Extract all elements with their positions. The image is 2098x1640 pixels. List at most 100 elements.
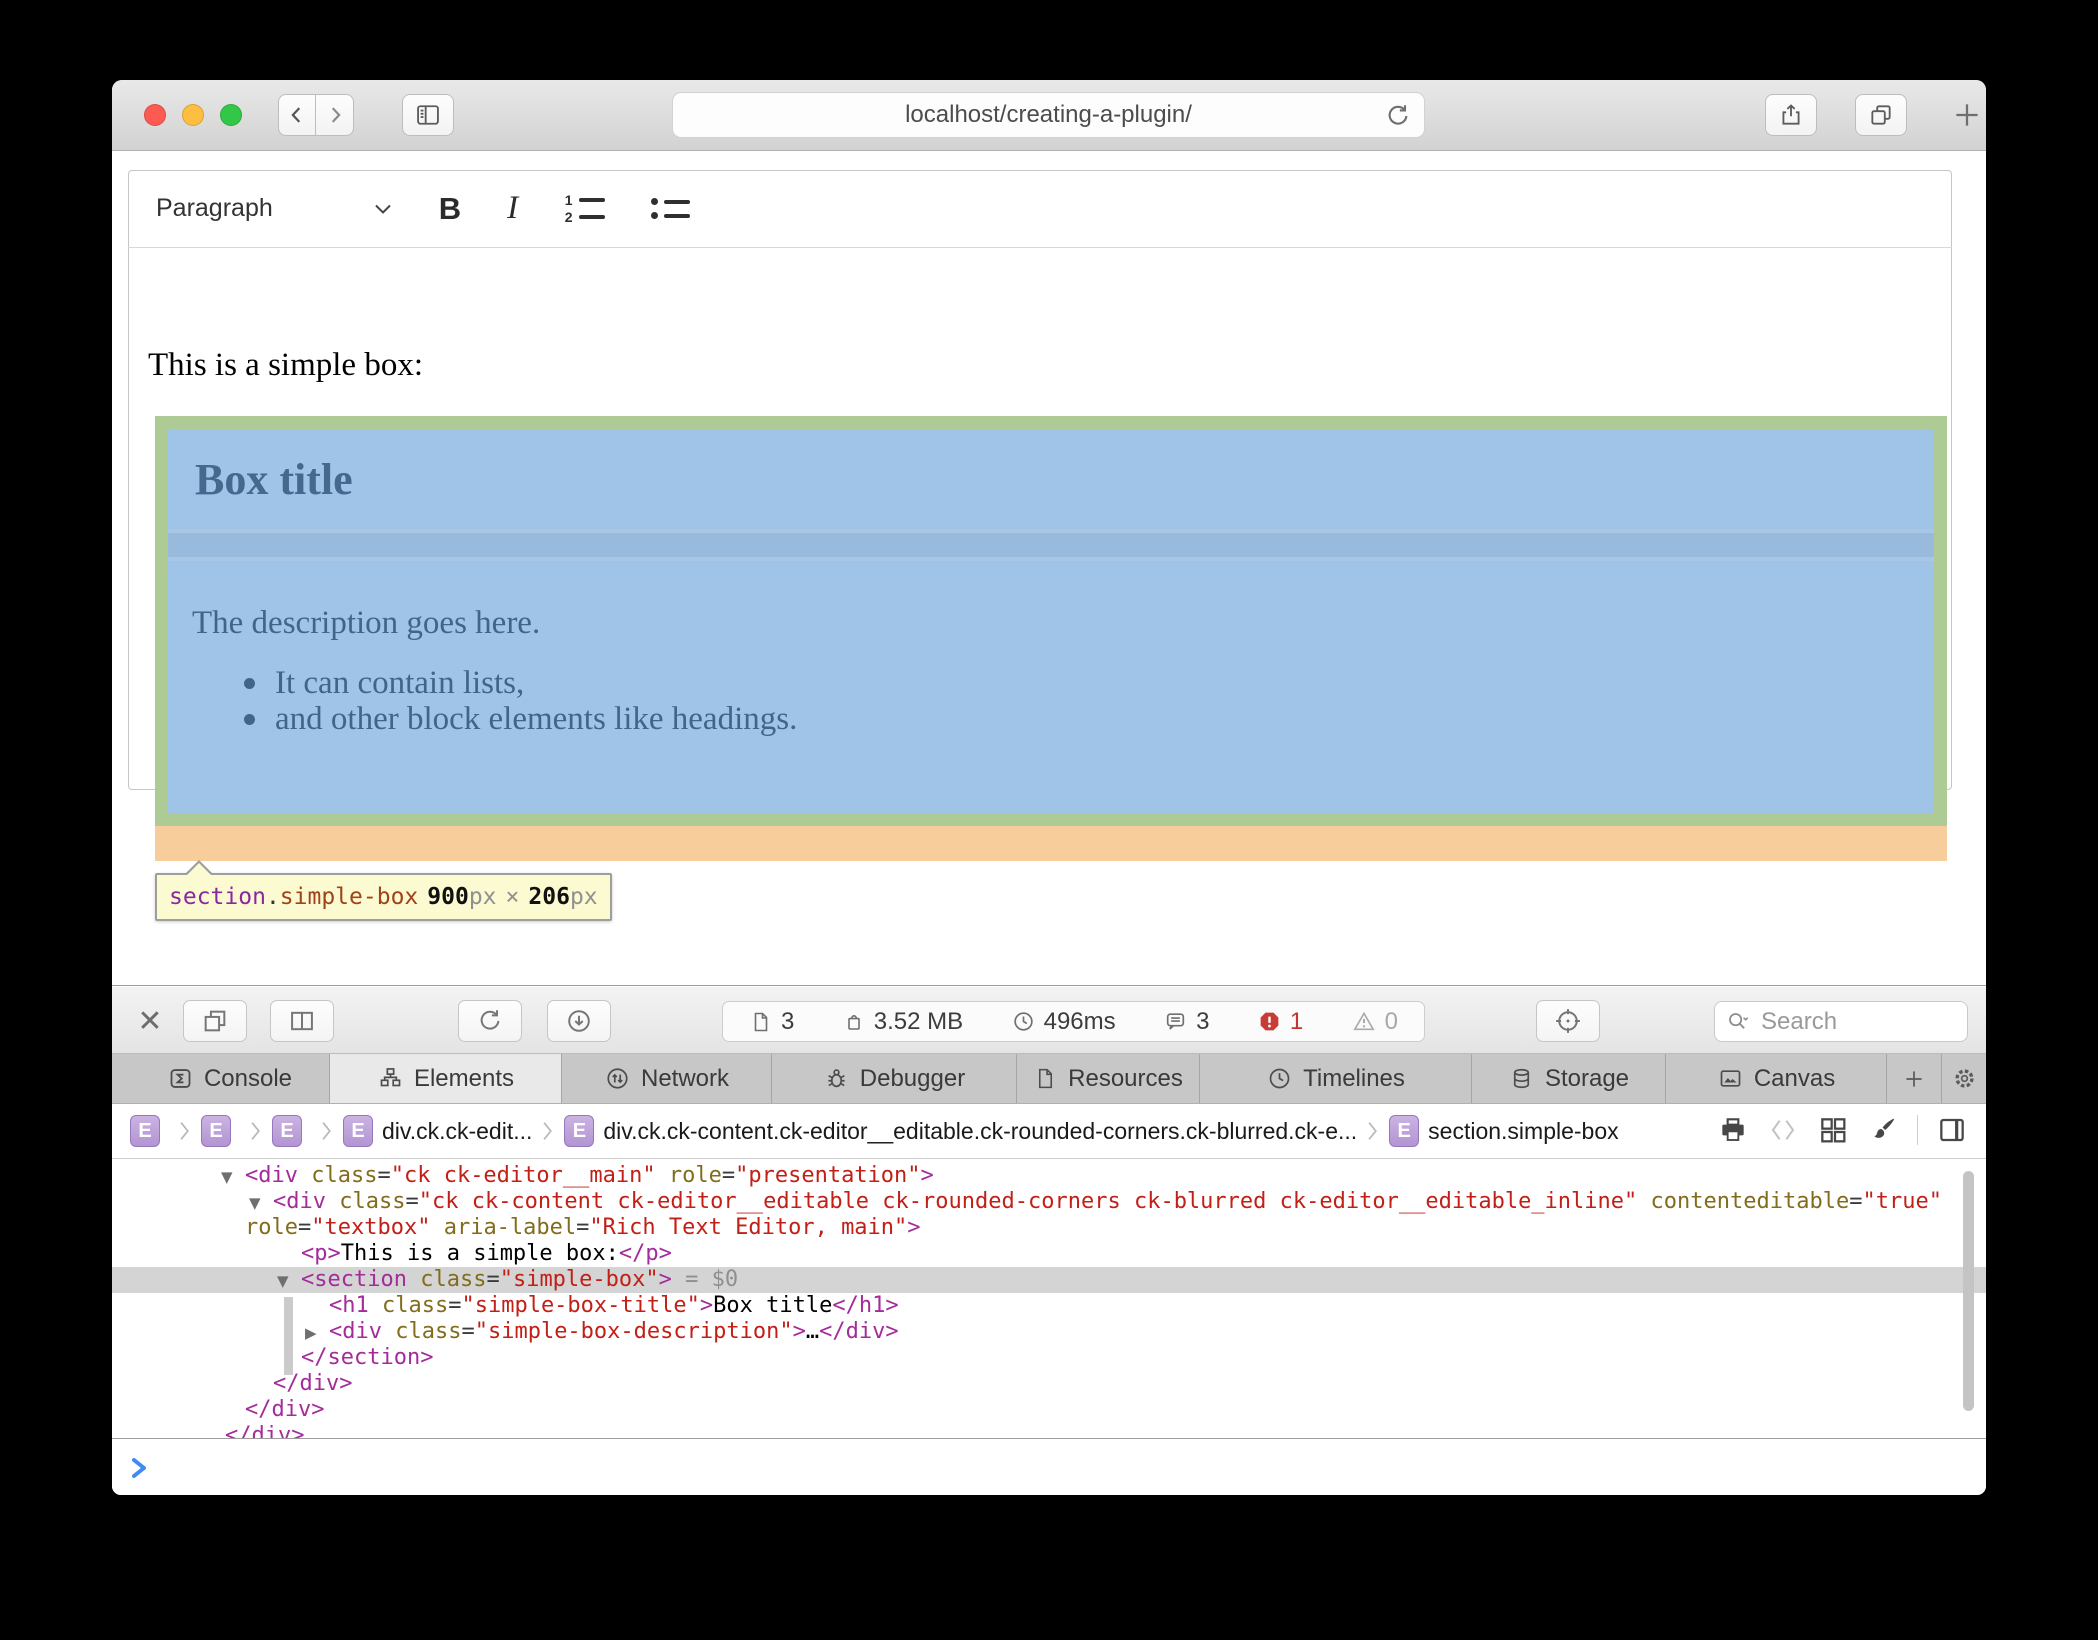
element-picker-button[interactable] xyxy=(1536,1000,1600,1042)
tab-console[interactable]: Console xyxy=(130,1054,330,1103)
sidebar-toggle-button[interactable] xyxy=(402,94,454,136)
breadcrumb: E E E Ediv.ck.ck-edit... Ediv.ck.ck-cont… xyxy=(130,1104,1619,1158)
tree-row[interactable]: <p>This is a simple box:</p> xyxy=(112,1241,1986,1267)
disclosure-triangle-icon[interactable]: ▼ xyxy=(249,1190,261,1216)
tree-row[interactable]: role="textbox" aria-label="Rich Text Edi… xyxy=(112,1215,1986,1241)
copy-icon xyxy=(201,1007,229,1035)
disclosure-triangle-icon[interactable]: ▼ xyxy=(221,1164,233,1190)
simple-box-title-block: Box title xyxy=(168,429,1934,529)
tab-network[interactable]: Network xyxy=(562,1054,772,1103)
tree-row[interactable]: <h1 class="simple-box-title">Box title</… xyxy=(112,1293,1986,1319)
heading-dropdown[interactable]: Paragraph xyxy=(156,194,393,223)
tree-row[interactable]: </div> xyxy=(112,1397,1986,1423)
styles-brush-button[interactable] xyxy=(1867,1114,1899,1146)
element-badge: E xyxy=(272,1115,302,1147)
chevron-right-icon xyxy=(542,1121,554,1141)
dock-side-button[interactable] xyxy=(270,1000,334,1042)
error-icon xyxy=(1257,1009,1282,1034)
breadcrumb-item-selected[interactable]: Esection.simple-box xyxy=(1389,1115,1618,1147)
breadcrumb-item[interactable]: E xyxy=(272,1115,311,1147)
errors-stat: 1 xyxy=(1257,1008,1303,1036)
details-sidebar-toggle[interactable] xyxy=(1936,1114,1968,1146)
tab-overview-button[interactable] xyxy=(1855,94,1907,136)
breadcrumb-bar: E E E Ediv.ck.ck-edit... Ediv.ck.ck-cont… xyxy=(112,1104,1986,1159)
highlight-margin-band xyxy=(168,533,1934,557)
network-icon xyxy=(604,1065,631,1092)
simple-box-description-block: The description goes here. It can contai… xyxy=(168,561,1934,813)
breadcrumb-item[interactable]: E xyxy=(130,1115,169,1147)
share-icon xyxy=(1778,101,1804,129)
italic-button[interactable]: I xyxy=(507,190,518,227)
bug-icon xyxy=(823,1065,850,1092)
console-prompt[interactable] xyxy=(112,1440,1986,1495)
tree-row[interactable]: ▼<div class="ck ck-content ck-editor__ed… xyxy=(112,1189,1986,1215)
search-icon xyxy=(1725,1009,1751,1035)
share-button[interactable] xyxy=(1765,94,1817,136)
tree-row[interactable]: </div> xyxy=(112,1423,1986,1439)
print-styles-button[interactable] xyxy=(1717,1114,1749,1146)
add-tab-button[interactable] xyxy=(1887,1054,1942,1103)
canvas-icon xyxy=(1717,1065,1744,1092)
numbered-list-button[interactable]: 1 2 xyxy=(564,195,605,222)
breadcrumb-item[interactable]: Ediv.ck.ck-content.ck-editor__editable.c… xyxy=(564,1115,1357,1147)
tab-storage[interactable]: Storage xyxy=(1472,1054,1666,1103)
timelines-icon xyxy=(1266,1065,1293,1092)
layout-grid-button[interactable] xyxy=(1817,1114,1849,1146)
tree-row[interactable]: ▶<div class="simple-box-description">…</… xyxy=(112,1319,1986,1345)
address-bar[interactable]: localhost/creating-a-plugin/ xyxy=(672,92,1425,138)
description-list: It can contain lists, and other block el… xyxy=(244,665,797,737)
reload-button[interactable] xyxy=(458,1000,522,1042)
new-tab-button[interactable] xyxy=(1950,98,1984,132)
breadcrumb-item[interactable]: Ediv.ck.ck-edit... xyxy=(343,1115,532,1147)
zoom-traffic-light[interactable] xyxy=(220,104,242,126)
chevron-down-icon xyxy=(373,202,393,216)
element-badge: E xyxy=(1389,1115,1419,1147)
heading-dropdown-label: Paragraph xyxy=(156,194,273,223)
element-dimensions-tooltip: section.simple-box900px×206px xyxy=(155,873,612,921)
back-button[interactable] xyxy=(278,94,316,136)
tab-elements[interactable]: Elements xyxy=(330,1054,562,1103)
download-page-button[interactable] xyxy=(547,1000,611,1042)
tree-row[interactable]: ▼<section class="simple-box"> = $0 xyxy=(112,1267,1986,1293)
url-text: localhost/creating-a-plugin/ xyxy=(905,101,1192,129)
plus-icon xyxy=(1901,1066,1927,1092)
close-inspector-button[interactable]: ✕ xyxy=(130,1000,170,1042)
tree-row[interactable]: </div> xyxy=(112,1371,1986,1397)
sidebar-icon xyxy=(414,101,442,129)
tree-row[interactable]: ▼<div class="ck ck-editor__main" role="p… xyxy=(112,1163,1986,1189)
disclosure-triangle-icon[interactable]: ▶ xyxy=(305,1320,317,1346)
tab-resources[interactable]: Resources xyxy=(1017,1054,1200,1103)
numbered-list-icon: 1 2 xyxy=(564,195,605,222)
browser-title-bar: localhost/creating-a-plugin/ xyxy=(112,80,1986,151)
download-icon xyxy=(565,1007,593,1035)
detach-button[interactable] xyxy=(183,1000,247,1042)
description-text: The description goes here. xyxy=(192,605,540,642)
console-messages-stat: 3 xyxy=(1163,1008,1209,1036)
bold-button[interactable]: B xyxy=(439,191,461,227)
resources-icon xyxy=(1033,1065,1058,1092)
tab-debugger[interactable]: Debugger xyxy=(772,1054,1017,1103)
source-code-button[interactable] xyxy=(1767,1114,1799,1146)
documents-stat: 3 xyxy=(749,1008,794,1036)
minimize-traffic-light[interactable] xyxy=(182,104,204,126)
bulleted-list-button[interactable] xyxy=(651,198,690,219)
chevron-left-icon xyxy=(286,103,308,127)
warning-icon xyxy=(1351,1009,1377,1034)
tree-scrollbar-thumb[interactable] xyxy=(1963,1171,1974,1411)
disclosure-triangle-icon[interactable]: ▼ xyxy=(277,1268,289,1294)
simple-box-title: Box title xyxy=(195,454,353,505)
refresh-icon[interactable] xyxy=(1384,102,1412,130)
tree-row[interactable]: </section> xyxy=(112,1345,1986,1371)
tooltip-width: 900 xyxy=(427,884,469,910)
elements-icon xyxy=(377,1065,404,1092)
list-item: and other block elements like headings. xyxy=(244,701,797,737)
crosshair-icon xyxy=(1553,1006,1583,1036)
forward-button[interactable] xyxy=(316,94,354,136)
tab-canvas[interactable]: Canvas xyxy=(1666,1054,1887,1103)
breadcrumb-item[interactable]: E xyxy=(201,1115,240,1147)
inspector-settings-button[interactable] xyxy=(1942,1054,1986,1103)
search-input[interactable] xyxy=(1759,1007,1933,1037)
tab-timelines[interactable]: Timelines xyxy=(1200,1054,1472,1103)
close-traffic-light[interactable] xyxy=(144,104,166,126)
resource-stats-bar[interactable]: 3 3.52 MB 496ms 3 1 xyxy=(722,1001,1425,1042)
